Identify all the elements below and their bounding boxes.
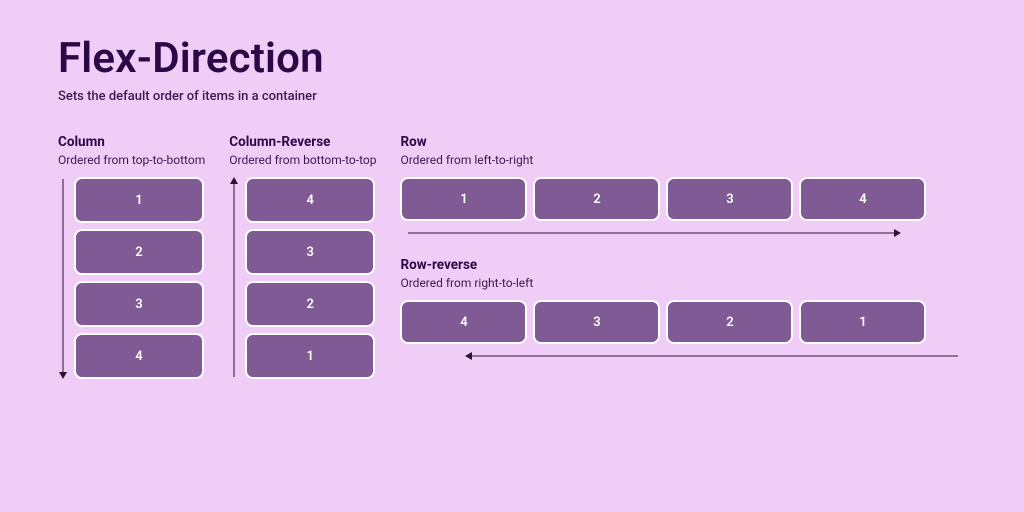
arrow-up-icon — [229, 177, 239, 379]
example-body: 4 3 2 1 — [229, 177, 376, 379]
flex-item: 4 — [74, 333, 204, 379]
example-title: Column-Reverse — [229, 134, 376, 150]
flex-item: 1 — [400, 177, 527, 221]
item-row: 1 2 3 4 — [400, 177, 966, 221]
arrow-left-icon — [400, 350, 966, 362]
examples-rows-column: Row Ordered from left-to-right 1 2 3 4 R… — [400, 134, 966, 380]
example-desc: Ordered from bottom-to-top — [229, 153, 376, 167]
flex-item: 2 — [666, 300, 793, 344]
flex-item: 2 — [533, 177, 660, 221]
flex-item: 3 — [74, 281, 204, 327]
flex-item: 3 — [533, 300, 660, 344]
flex-item: 3 — [666, 177, 793, 221]
item-stack: 4 3 2 1 — [245, 177, 375, 379]
example-row: Row Ordered from left-to-right 1 2 3 4 — [400, 134, 966, 239]
example-row-reverse: Row-reverse Ordered from right-to-left 4… — [400, 257, 966, 362]
page-title: Flex-Direction — [58, 34, 966, 83]
example-title: Row — [400, 134, 966, 150]
page: Flex-Direction Sets the default order of… — [0, 0, 1024, 380]
example-title: Row-reverse — [400, 257, 966, 273]
flex-item: 4 — [799, 177, 926, 221]
item-row: 4 3 2 1 — [400, 300, 966, 344]
flex-item: 3 — [245, 229, 375, 275]
item-stack: 1 2 3 4 — [74, 177, 204, 379]
example-title: Column — [58, 134, 205, 150]
arrow-right-icon — [400, 227, 966, 239]
flex-item: 4 — [400, 300, 527, 344]
flex-item: 1 — [799, 300, 926, 344]
page-subtitle: Sets the default order of items in a con… — [58, 89, 966, 104]
flex-item: 1 — [74, 177, 204, 223]
flex-item: 4 — [245, 177, 375, 223]
example-column-reverse: Column-Reverse Ordered from bottom-to-to… — [229, 134, 376, 379]
flex-item: 2 — [74, 229, 204, 275]
example-column: Column Ordered from top-to-bottom 1 2 3 … — [58, 134, 205, 379]
example-desc: Ordered from top-to-bottom — [58, 153, 205, 167]
example-desc: Ordered from right-to-left — [400, 276, 966, 290]
flex-item: 1 — [245, 333, 375, 379]
example-body: 1 2 3 4 — [58, 177, 205, 379]
flex-item: 2 — [245, 281, 375, 327]
example-desc: Ordered from left-to-right — [400, 153, 966, 167]
arrow-down-icon — [58, 177, 68, 379]
examples-row: Column Ordered from top-to-bottom 1 2 3 … — [58, 134, 966, 380]
